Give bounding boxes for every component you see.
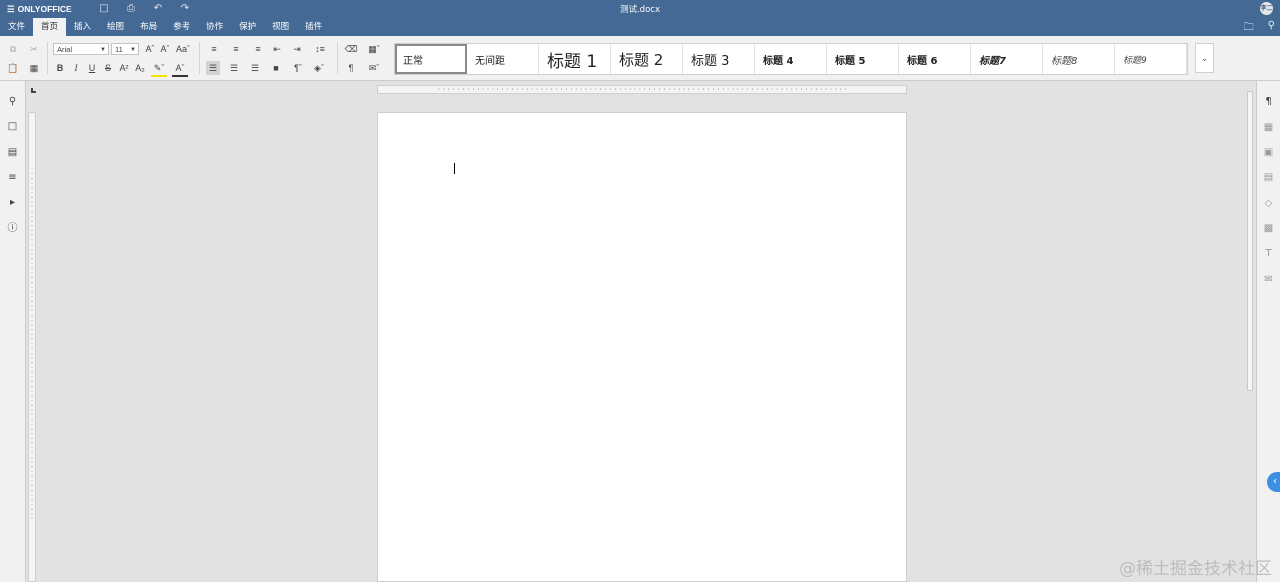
- nonprinting-characters-icon[interactable]: ¶ˇ: [290, 61, 306, 75]
- shape-settings-icon[interactable]: ◇: [1262, 197, 1275, 210]
- paste-icon[interactable]: 📋: [6, 61, 20, 75]
- style-heading-5[interactable]: 标题 5: [827, 44, 899, 74]
- vertical-ruler[interactable]: [28, 112, 36, 582]
- toolbar-divider: [199, 42, 200, 74]
- tab-collaboration[interactable]: 协作: [198, 18, 231, 36]
- menu-tabs: 文件 首页 插入 绘图 布局 参考 协作 保护 视图 插件: [0, 18, 330, 36]
- color-scheme-icon[interactable]: ▦ˇ: [365, 42, 383, 56]
- style-normal[interactable]: 正常: [395, 44, 467, 74]
- change-case-icon[interactable]: Aaˇ: [174, 42, 192, 56]
- align-right-icon[interactable]: ☰: [248, 61, 262, 75]
- header-footer-icon[interactable]: ▤: [1262, 171, 1275, 184]
- line-spacing-icon[interactable]: ↕≡: [311, 42, 329, 56]
- style-heading-2[interactable]: 标题 2: [611, 44, 683, 74]
- style-heading-7[interactable]: 标题7: [971, 44, 1043, 74]
- horizontal-ruler[interactable]: [377, 85, 907, 94]
- style-heading-9[interactable]: 标题9: [1115, 44, 1187, 74]
- highlight-icon[interactable]: ✎ˇ: [151, 61, 167, 77]
- toolbar-divider: [337, 42, 338, 74]
- italic-icon[interactable]: I: [69, 61, 83, 75]
- tab-references[interactable]: 参考: [165, 18, 198, 36]
- style-heading-3[interactable]: 标题 3: [683, 44, 755, 74]
- font-name-value: Arial: [57, 45, 73, 54]
- styles-expand-button[interactable]: ⌄: [1195, 43, 1214, 73]
- align-center-icon[interactable]: ☰: [227, 61, 241, 75]
- style-heading-1[interactable]: 标题 1: [539, 44, 611, 74]
- underline-icon[interactable]: U: [85, 61, 99, 75]
- styles-gallery: 正常 无间距 标题 1 标题 2 标题 3 标题 4 标题 5 标题 6 标题7…: [394, 43, 1188, 75]
- open-location-icon[interactable]: 🗀: [1244, 20, 1254, 37]
- mail-merge-icon[interactable]: ✉ˇ: [365, 61, 383, 75]
- decrease-indent-icon[interactable]: ⇤: [270, 42, 284, 56]
- multilevel-list-icon[interactable]: ≡: [250, 42, 266, 56]
- tab-draw[interactable]: 绘图: [99, 18, 132, 36]
- tab-stop-selector[interactable]: [31, 88, 36, 93]
- tab-layout[interactable]: 布局: [132, 18, 165, 36]
- ruler-ticks: [438, 88, 846, 90]
- watermark: @稀土掘金技术社区: [1119, 559, 1272, 579]
- align-left-icon[interactable]: ☰: [206, 61, 220, 75]
- vertical-scrollbar[interactable]: [1246, 81, 1255, 582]
- increase-indent-icon[interactable]: ⇥: [290, 42, 304, 56]
- toolbar-divider: [47, 42, 48, 74]
- increase-font-icon[interactable]: Aˆ: [143, 42, 157, 56]
- text-art-icon[interactable]: T: [1262, 247, 1275, 260]
- cut-icon[interactable]: ✂: [27, 42, 41, 56]
- right-panel: ¶ ▦ ▣ ▤ ◇ ▩ T ✉: [1256, 81, 1280, 582]
- font-size-select[interactable]: 11 ▼: [111, 43, 139, 55]
- about-icon[interactable]: ⓘ: [6, 222, 19, 235]
- select-all-icon[interactable]: ▦: [27, 61, 41, 75]
- document-page[interactable]: [377, 112, 907, 582]
- left-panel: ⚲ □ ▤ ≡ ▸ ⓘ: [0, 81, 26, 582]
- superscript-icon[interactable]: A²: [117, 61, 131, 75]
- decrease-font-icon[interactable]: Aˇ: [158, 42, 172, 56]
- strikethrough-icon[interactable]: S: [101, 61, 115, 75]
- ruler-ticks: [31, 173, 33, 519]
- chevron-left-icon: ‹: [1273, 476, 1277, 487]
- font-size-value: 11: [115, 45, 123, 54]
- chevron-down-icon: ⌄: [1200, 54, 1209, 64]
- tab-file[interactable]: 文件: [0, 18, 33, 36]
- chevron-down-icon: ▼: [130, 47, 136, 53]
- style-heading-4[interactable]: 标题 4: [755, 44, 827, 74]
- chat-icon[interactable]: ▤: [6, 146, 19, 159]
- shading-icon[interactable]: ◈ˇ: [310, 61, 328, 75]
- tab-plugins[interactable]: 插件: [297, 18, 330, 36]
- paragraph-settings-icon[interactable]: ¶: [1262, 95, 1275, 108]
- style-no-spacing[interactable]: 无间距: [467, 44, 539, 74]
- chart-settings-icon[interactable]: ▩: [1262, 222, 1275, 235]
- feedback-icon[interactable]: ▸: [6, 196, 19, 209]
- font-color-icon[interactable]: Aˇ: [172, 61, 188, 77]
- search-icon[interactable]: ⚲: [1268, 20, 1275, 37]
- user-avatar[interactable]: 李二: [1260, 2, 1273, 15]
- image-settings-icon[interactable]: ▣: [1262, 146, 1275, 159]
- search-icon[interactable]: ⚲: [6, 95, 19, 108]
- title-bar: ☰ ONLYOFFICE □ ⎙ ↶ ↷ 测试.docx 李二 文件 首页 插入…: [0, 0, 1280, 36]
- text-cursor: [454, 163, 455, 174]
- tab-insert[interactable]: 插入: [66, 18, 99, 36]
- scrollbar-thumb[interactable]: [1247, 91, 1253, 391]
- clear-style-icon[interactable]: ⌫: [344, 42, 358, 56]
- header-actions: 🗀 ⚲: [1244, 20, 1275, 37]
- copy-icon[interactable]: ⧉: [6, 42, 20, 56]
- bold-icon[interactable]: B: [53, 61, 67, 75]
- table-settings-icon[interactable]: ▦: [1262, 121, 1275, 134]
- comments-icon[interactable]: □: [6, 120, 19, 133]
- bullet-list-icon[interactable]: ≡: [206, 42, 222, 56]
- navigation-icon[interactable]: ≡: [6, 171, 19, 184]
- justify-icon[interactable]: ■: [269, 61, 283, 75]
- collapse-panel-button[interactable]: ‹: [1267, 472, 1280, 492]
- tab-view[interactable]: 视图: [264, 18, 297, 36]
- mail-merge-icon[interactable]: ✉: [1262, 273, 1275, 286]
- tab-protection[interactable]: 保护: [231, 18, 264, 36]
- tab-home[interactable]: 首页: [33, 18, 67, 36]
- style-heading-6[interactable]: 标题 6: [899, 44, 971, 74]
- numbered-list-icon[interactable]: ≡: [228, 42, 244, 56]
- font-name-select[interactable]: Arial ▼: [53, 43, 109, 55]
- copy-style-icon[interactable]: ¶: [344, 61, 358, 75]
- chevron-down-icon: ▼: [100, 47, 106, 53]
- document-title: 测试.docx: [619, 5, 660, 15]
- style-heading-8[interactable]: 标题8: [1043, 44, 1115, 74]
- subscript-icon[interactable]: A₂: [133, 61, 147, 75]
